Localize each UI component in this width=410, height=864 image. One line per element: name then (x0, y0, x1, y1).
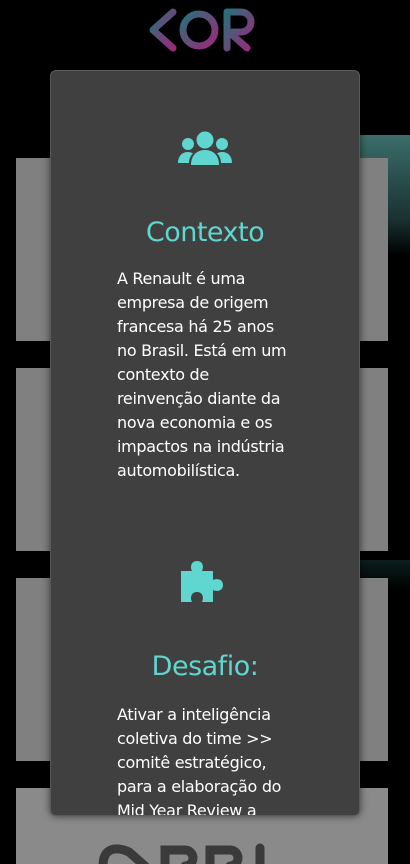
puzzle-piece-icon (181, 561, 223, 602)
info-modal[interactable]: Contexto A Renault é uma empresa de orig… (50, 70, 360, 816)
users-icon (178, 131, 232, 165)
section-title-contexto: Contexto (145, 217, 265, 248)
brand-logo[interactable] (143, 6, 259, 54)
section-text-contexto: A Renault é uma empresa de origem france… (117, 269, 287, 480)
section-title-desafio: Desafio: (151, 651, 259, 682)
section-text-desafio: Ativar a inteligência coletiva do time >… (117, 705, 282, 816)
partner-logo (98, 843, 265, 864)
